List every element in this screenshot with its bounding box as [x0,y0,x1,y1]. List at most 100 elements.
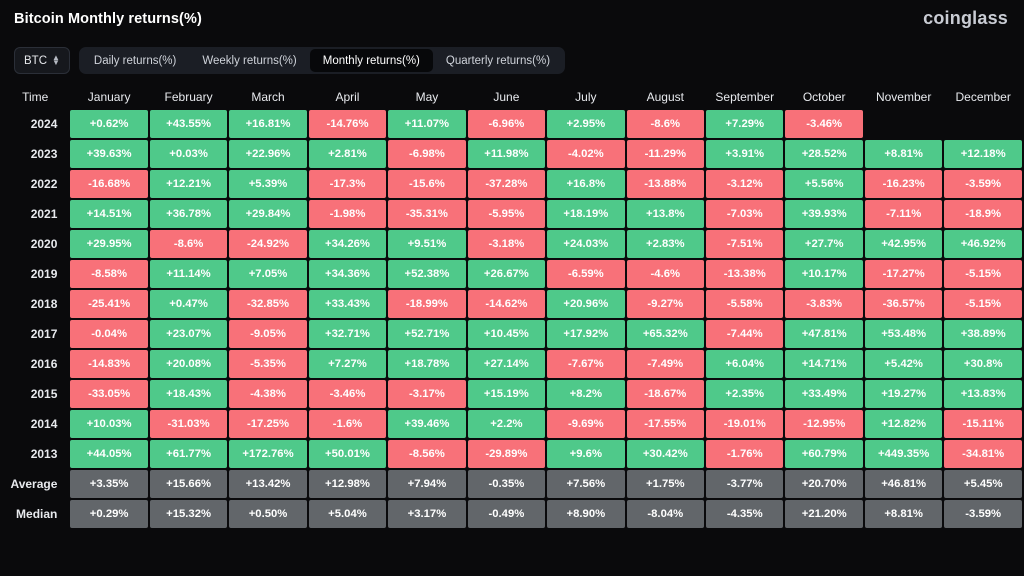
cell-2013-january[interactable]: +44.05% [70,440,147,468]
cell-2019-april[interactable]: +34.36% [309,260,386,288]
cell-2021-december[interactable]: -18.9% [944,200,1022,228]
cell-2014-july[interactable]: -9.69% [547,410,624,438]
cell-2022-march[interactable]: +5.39% [229,170,306,198]
cell-2015-august[interactable]: -18.67% [627,380,704,408]
cell-median-march[interactable]: +0.50% [229,500,306,528]
cell-2015-october[interactable]: +33.49% [785,380,862,408]
cell-average-january[interactable]: +3.35% [70,470,147,498]
cell-2015-november[interactable]: +19.27% [865,380,942,408]
cell-2017-september[interactable]: -7.44% [706,320,783,348]
cell-2021-march[interactable]: +29.84% [229,200,306,228]
cell-2019-august[interactable]: -4.6% [627,260,704,288]
cell-2023-november[interactable]: +8.81% [865,140,942,168]
cell-2022-january[interactable]: -16.68% [70,170,147,198]
cell-2020-september[interactable]: -7.51% [706,230,783,258]
cell-2019-june[interactable]: +26.67% [468,260,545,288]
cell-2021-july[interactable]: +18.19% [547,200,624,228]
tab-monthly-returns[interactable]: Monthly returns(%) [310,49,433,72]
cell-2013-june[interactable]: -29.89% [468,440,545,468]
cell-2016-august[interactable]: -7.49% [627,350,704,378]
cell-2021-january[interactable]: +14.51% [70,200,147,228]
cell-average-july[interactable]: +7.56% [547,470,624,498]
cell-median-october[interactable]: +21.20% [785,500,862,528]
cell-2018-november[interactable]: -36.57% [865,290,942,318]
cell-2014-may[interactable]: +39.46% [388,410,465,438]
cell-2022-december[interactable]: -3.59% [944,170,1022,198]
tab-daily-returns[interactable]: Daily returns(%) [81,49,189,72]
cell-median-january[interactable]: +0.29% [70,500,147,528]
cell-2017-july[interactable]: +17.92% [547,320,624,348]
cell-2021-september[interactable]: -7.03% [706,200,783,228]
cell-2019-january[interactable]: -8.58% [70,260,147,288]
cell-2013-july[interactable]: +9.6% [547,440,624,468]
cell-2014-january[interactable]: +10.03% [70,410,147,438]
cell-2013-february[interactable]: +61.77% [150,440,227,468]
cell-2018-december[interactable]: -5.15% [944,290,1022,318]
cell-average-november[interactable]: +46.81% [865,470,942,498]
cell-2020-october[interactable]: +27.7% [785,230,862,258]
cell-2016-december[interactable]: +30.8% [944,350,1022,378]
cell-2017-april[interactable]: +32.71% [309,320,386,348]
cell-2016-march[interactable]: -5.35% [229,350,306,378]
cell-2020-january[interactable]: +29.95% [70,230,147,258]
tab-quarterly-returns[interactable]: Quarterly returns(%) [433,49,563,72]
cell-2016-may[interactable]: +18.78% [388,350,465,378]
cell-average-august[interactable]: +1.75% [627,470,704,498]
cell-2023-april[interactable]: +2.81% [309,140,386,168]
cell-2016-september[interactable]: +6.04% [706,350,783,378]
cell-2019-november[interactable]: -17.27% [865,260,942,288]
cell-2024-november[interactable] [865,110,942,138]
cell-average-september[interactable]: -3.77% [706,470,783,498]
cell-2015-april[interactable]: -3.46% [309,380,386,408]
cell-median-april[interactable]: +5.04% [309,500,386,528]
cell-2017-june[interactable]: +10.45% [468,320,545,348]
cell-2014-november[interactable]: +12.82% [865,410,942,438]
cell-2016-october[interactable]: +14.71% [785,350,862,378]
cell-2024-june[interactable]: -6.96% [468,110,545,138]
cell-median-november[interactable]: +8.81% [865,500,942,528]
cell-2017-december[interactable]: +38.89% [944,320,1022,348]
cell-2015-january[interactable]: -33.05% [70,380,147,408]
cell-2019-september[interactable]: -13.38% [706,260,783,288]
cell-median-september[interactable]: -4.35% [706,500,783,528]
cell-2023-june[interactable]: +11.98% [468,140,545,168]
cell-2023-january[interactable]: +39.63% [70,140,147,168]
cell-average-may[interactable]: +7.94% [388,470,465,498]
cell-2015-may[interactable]: -3.17% [388,380,465,408]
cell-2013-april[interactable]: +50.01% [309,440,386,468]
cell-2018-march[interactable]: -32.85% [229,290,306,318]
cell-2013-december[interactable]: -34.81% [944,440,1022,468]
cell-2013-november[interactable]: +449.35% [865,440,942,468]
cell-2022-august[interactable]: -13.88% [627,170,704,198]
cell-2017-may[interactable]: +52.71% [388,320,465,348]
cell-2021-june[interactable]: -5.95% [468,200,545,228]
cell-2020-june[interactable]: -3.18% [468,230,545,258]
cell-2015-september[interactable]: +2.35% [706,380,783,408]
cell-2023-may[interactable]: -6.98% [388,140,465,168]
cell-2024-july[interactable]: +2.95% [547,110,624,138]
cell-2020-july[interactable]: +24.03% [547,230,624,258]
cell-2014-february[interactable]: -31.03% [150,410,227,438]
cell-average-march[interactable]: +13.42% [229,470,306,498]
cell-2014-april[interactable]: -1.6% [309,410,386,438]
cell-2021-august[interactable]: +13.8% [627,200,704,228]
cell-2016-april[interactable]: +7.27% [309,350,386,378]
cell-2016-november[interactable]: +5.42% [865,350,942,378]
cell-2023-october[interactable]: +28.52% [785,140,862,168]
cell-2022-april[interactable]: -17.3% [309,170,386,198]
cell-2023-july[interactable]: -4.02% [547,140,624,168]
cell-2024-may[interactable]: +11.07% [388,110,465,138]
cell-2013-september[interactable]: -1.76% [706,440,783,468]
cell-2023-march[interactable]: +22.96% [229,140,306,168]
cell-2019-july[interactable]: -6.59% [547,260,624,288]
cell-2015-march[interactable]: -4.38% [229,380,306,408]
cell-average-february[interactable]: +15.66% [150,470,227,498]
cell-2022-october[interactable]: +5.56% [785,170,862,198]
cell-2022-may[interactable]: -15.6% [388,170,465,198]
cell-2018-february[interactable]: +0.47% [150,290,227,318]
cell-2015-december[interactable]: +13.83% [944,380,1022,408]
cell-2021-october[interactable]: +39.93% [785,200,862,228]
cell-2024-august[interactable]: -8.6% [627,110,704,138]
cell-2019-february[interactable]: +11.14% [150,260,227,288]
cell-2019-december[interactable]: -5.15% [944,260,1022,288]
